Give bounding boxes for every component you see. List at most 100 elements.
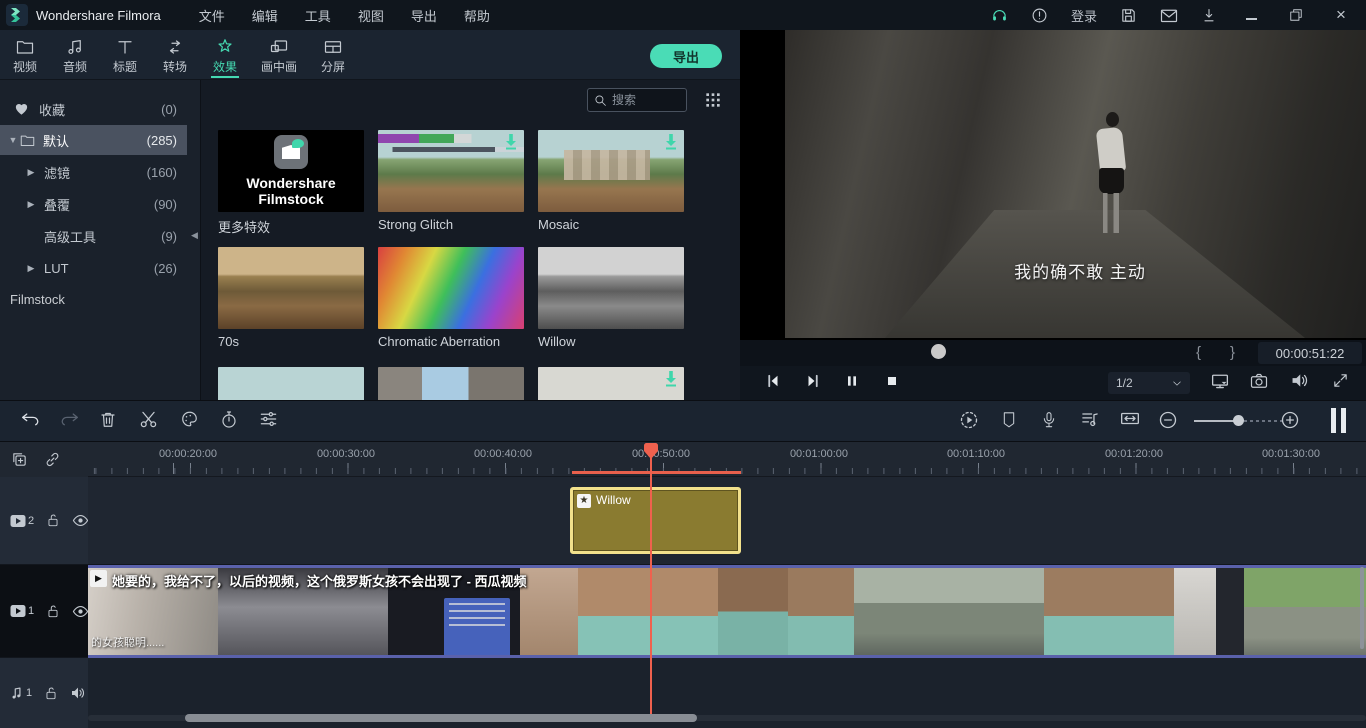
- sidebar-item-lut[interactable]: ▶ LUT (26): [0, 253, 187, 283]
- link-icon[interactable]: [44, 451, 61, 468]
- maximize-button[interactable]: [1285, 8, 1307, 22]
- filmstock-logo-icon: [274, 135, 308, 169]
- sidebar-item-filters[interactable]: ▶ 滤镜 (160): [0, 157, 187, 187]
- timecode-display: 00:00:51:22: [1258, 342, 1362, 364]
- view-grid-icon[interactable]: [705, 92, 721, 108]
- lock-icon[interactable]: [46, 513, 60, 528]
- zoom-in-icon[interactable]: [1280, 410, 1300, 430]
- search-input[interactable]: [612, 93, 672, 107]
- download-icon[interactable]: [1201, 7, 1217, 24]
- card-effect-chromatic-aberration[interactable]: Chromatic Aberration: [378, 247, 524, 349]
- minimize-button[interactable]: [1240, 8, 1262, 23]
- stop-button[interactable]: [884, 372, 900, 390]
- sidebar-item-favorites[interactable]: 收藏 (0): [0, 94, 187, 124]
- zoom-out-icon[interactable]: [1158, 410, 1178, 430]
- vertical-scrollbar-thumb[interactable]: [1360, 567, 1364, 649]
- horizontal-scrollbar-thumb[interactable]: [185, 714, 697, 722]
- card-effect-70s[interactable]: 70s: [218, 247, 364, 349]
- zoom-slider[interactable]: [1194, 420, 1238, 422]
- card-effect-mosaic[interactable]: Mosaic: [538, 130, 684, 232]
- ruler-label: 00:00:50:00: [613, 448, 709, 460]
- panel-collapse-handle[interactable]: ◀: [191, 230, 198, 241]
- card-filmstock[interactable]: WondershareFilmstock 更多特效: [218, 130, 364, 236]
- eye-icon[interactable]: [72, 514, 89, 527]
- card-effect-willow[interactable]: Willow: [538, 247, 684, 349]
- eye-icon[interactable]: [72, 605, 89, 618]
- lock-icon[interactable]: [44, 686, 58, 701]
- microphone-icon[interactable]: [1041, 410, 1057, 430]
- sidebar-item-overlays[interactable]: ▶ 叠覆 (90): [0, 189, 187, 219]
- color-palette-icon[interactable]: [180, 410, 199, 428]
- adjust-sliders-icon[interactable]: [259, 410, 278, 428]
- audio-list-icon[interactable]: [1080, 410, 1100, 429]
- export-button[interactable]: 导出: [650, 44, 722, 68]
- fit-timeline-icon[interactable]: [1120, 410, 1140, 427]
- mark-in-icon[interactable]: {: [1196, 344, 1201, 361]
- menu-file[interactable]: 文件: [199, 6, 225, 25]
- pause-button[interactable]: [844, 372, 860, 390]
- effect-thumbnail: [218, 367, 364, 400]
- menu-export[interactable]: 导出: [411, 6, 437, 25]
- zoom-slider-handle[interactable]: [1233, 415, 1244, 426]
- tab-pip[interactable]: 画中画: [250, 30, 308, 80]
- duplicate-icon[interactable]: [11, 451, 28, 468]
- card-effect-strong-glitch[interactable]: Strong Glitch: [378, 130, 524, 232]
- filmora-window: { "titlebar": { "app_title": "Wondershar…: [0, 0, 1366, 728]
- ruler-label: 00:01:30:00: [1243, 448, 1339, 460]
- scissors-icon[interactable]: [139, 410, 158, 429]
- preview-scale-dropdown[interactable]: 1/2: [1108, 372, 1190, 394]
- monitor-display-icon[interactable]: [1210, 372, 1230, 390]
- sidebar-item-default[interactable]: ▼ 默认 (285): [0, 125, 187, 155]
- tab-split-screen[interactable]: 分屏: [308, 30, 358, 80]
- undo-icon[interactable]: [20, 410, 40, 428]
- menu-edit[interactable]: 编辑: [252, 6, 278, 25]
- card-effect-partial[interactable]: [218, 367, 364, 400]
- marker-icon[interactable]: [1001, 410, 1017, 429]
- tab-transitions[interactable]: 转场: [150, 30, 200, 80]
- close-button[interactable]: ×: [1330, 5, 1352, 25]
- previous-frame-button[interactable]: [764, 372, 782, 390]
- info-icon[interactable]: [1031, 7, 1048, 24]
- snapshot-camera-icon[interactable]: [1250, 372, 1268, 389]
- search-box[interactable]: [587, 88, 687, 112]
- tab-audio[interactable]: 音频: [50, 30, 100, 80]
- chevron-down-icon: [1172, 380, 1182, 387]
- login-button[interactable]: 登录: [1071, 6, 1097, 25]
- trash-icon[interactable]: [99, 410, 117, 429]
- playhead-handle[interactable]: [644, 443, 658, 459]
- lock-icon[interactable]: [46, 604, 60, 619]
- ruler-corner: [0, 442, 88, 477]
- speaker-icon[interactable]: [70, 686, 86, 700]
- progress-handle[interactable]: [931, 344, 946, 359]
- save-icon[interactable]: [1120, 7, 1137, 24]
- tab-video[interactable]: 视频: [0, 30, 50, 80]
- mail-icon[interactable]: [1160, 8, 1178, 23]
- speaker-volume-icon[interactable]: [1290, 372, 1309, 389]
- panel-resize-handle[interactable]: [1331, 408, 1347, 433]
- speed-timer-icon[interactable]: [220, 410, 238, 429]
- card-effect-partial[interactable]: [538, 367, 684, 400]
- mark-out-icon[interactable]: }: [1230, 344, 1235, 361]
- card-effect-partial[interactable]: [378, 367, 524, 400]
- menu-view[interactable]: 视图: [358, 6, 384, 25]
- tab-titles[interactable]: 标题: [100, 30, 150, 80]
- playhead-line[interactable]: [650, 443, 652, 714]
- next-frame-button[interactable]: [804, 372, 822, 390]
- effect-thumbnail: [378, 367, 524, 400]
- render-preview-icon[interactable]: [959, 410, 979, 430]
- video-clip[interactable]: ▶ 她要的，我给不了，以后的视频，这个俄罗斯女孩不会出现了 - 西瓜视频 的女孩…: [88, 565, 1366, 658]
- card-label: Chromatic Aberration: [378, 334, 524, 349]
- tab-effects[interactable]: 效果: [200, 30, 250, 80]
- track-header-video-1: 1: [0, 565, 88, 658]
- effects-sidebar: 收藏 (0) ▼ 默认 (285) ▶ 滤镜 (160) ▶ 叠覆 (90) 高…: [0, 80, 200, 400]
- fullscreen-icon[interactable]: [1332, 372, 1349, 389]
- menu-tools[interactable]: 工具: [305, 6, 331, 25]
- effect-thumbnail: [378, 247, 524, 329]
- redo-icon[interactable]: [60, 410, 80, 428]
- filmstock-link[interactable]: Filmstock: [10, 292, 65, 307]
- player-controls: [740, 366, 1366, 400]
- effect-clip-willow[interactable]: ★ Willow: [570, 487, 741, 554]
- headset-support-icon[interactable]: [991, 7, 1008, 24]
- sidebar-item-advanced-tools[interactable]: 高级工具 (9): [0, 221, 187, 251]
- menu-help[interactable]: 帮助: [464, 6, 490, 25]
